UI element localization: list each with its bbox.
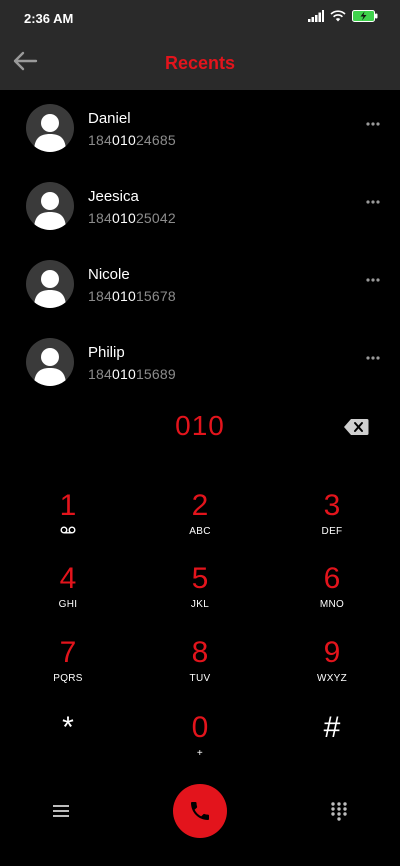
wifi-icon bbox=[330, 9, 346, 27]
key-digit: 2 bbox=[191, 489, 209, 522]
call-button[interactable] bbox=[173, 784, 227, 838]
contact-name: Jeesica bbox=[88, 188, 139, 205]
status-icons bbox=[308, 9, 378, 27]
menu-button[interactable] bbox=[50, 800, 72, 822]
contact-name: Philip bbox=[88, 344, 125, 361]
dialpad-icon bbox=[331, 802, 347, 821]
contact-row[interactable]: Daniel 18401024685 bbox=[0, 90, 400, 168]
contact-row[interactable]: Jeesica 18401025042 bbox=[0, 168, 400, 246]
contact-number: 18401015689 bbox=[88, 366, 176, 382]
backspace-button[interactable] bbox=[342, 416, 370, 438]
avatar bbox=[26, 104, 74, 152]
page-title: Recents bbox=[164, 52, 236, 73]
key-digit: 8 bbox=[191, 636, 209, 669]
dialpad-toggle-button[interactable] bbox=[328, 800, 350, 822]
contact-number: 18401015678 bbox=[88, 288, 176, 304]
key-4[interactable]: 4 GHI bbox=[2, 561, 134, 631]
contact-number: 18401024685 bbox=[88, 132, 176, 148]
key-8[interactable]: 8 TUV bbox=[134, 635, 266, 705]
avatar bbox=[26, 260, 74, 308]
person-icon bbox=[34, 192, 66, 230]
key-hash[interactable]: # bbox=[266, 710, 398, 780]
key-1[interactable]: 1 bbox=[2, 488, 134, 558]
key-digit: 5 bbox=[191, 562, 209, 595]
dial-input[interactable]: 010 bbox=[0, 410, 400, 442]
key-5[interactable]: 5 JKL bbox=[134, 561, 266, 631]
key-digit: 0 bbox=[191, 711, 209, 744]
key-3[interactable]: 3 DEF bbox=[266, 488, 398, 558]
key-letters: JKL bbox=[190, 599, 210, 610]
key-9[interactable]: 9 WXYZ bbox=[266, 635, 398, 705]
key-digit: 3 bbox=[323, 489, 341, 522]
menu-icon bbox=[53, 805, 69, 817]
key-letters: PQRS bbox=[53, 673, 83, 684]
more-options-button[interactable] bbox=[362, 350, 384, 366]
more-horizontal-icon bbox=[366, 122, 380, 126]
contact-row[interactable]: Nicole 18401015678 bbox=[0, 246, 400, 324]
key-2[interactable]: 2 ABC bbox=[134, 488, 266, 558]
key-letters: DEF bbox=[321, 526, 343, 537]
key-6[interactable]: 6 MNO bbox=[266, 561, 398, 631]
key-letters: ABC bbox=[189, 526, 211, 537]
key-digit: 1 bbox=[59, 489, 77, 522]
phone-icon bbox=[191, 802, 209, 820]
more-options-button[interactable] bbox=[362, 116, 384, 132]
key-letters: + bbox=[196, 748, 204, 759]
key-digit: 9 bbox=[323, 636, 341, 669]
person-icon bbox=[34, 270, 66, 308]
key-0[interactable]: 0 + bbox=[134, 710, 266, 780]
person-icon bbox=[34, 348, 66, 386]
key-digit: * bbox=[62, 711, 74, 744]
person-icon bbox=[34, 114, 66, 152]
key-letters: TUV bbox=[189, 673, 211, 684]
more-options-button[interactable] bbox=[362, 194, 384, 210]
status-time: 2:36 AM bbox=[24, 10, 74, 26]
avatar bbox=[26, 182, 74, 230]
back-arrow-icon bbox=[13, 51, 38, 71]
key-7[interactable]: 7 PQRS bbox=[2, 635, 134, 705]
voicemail-icon bbox=[60, 526, 76, 540]
contact-number: 18401025042 bbox=[88, 210, 176, 226]
avatar bbox=[26, 338, 74, 386]
key-digit: # bbox=[323, 711, 341, 744]
key-letters: WXYZ bbox=[316, 673, 348, 684]
contact-name: Daniel bbox=[88, 110, 131, 127]
key-digit: 6 bbox=[323, 562, 341, 595]
back-button[interactable] bbox=[10, 46, 40, 76]
signal-icon bbox=[308, 9, 324, 27]
more-options-button[interactable] bbox=[362, 272, 384, 288]
more-horizontal-icon bbox=[366, 356, 380, 360]
key-letters: GHI bbox=[58, 599, 78, 610]
contact-row[interactable]: Philip 18401015689 bbox=[0, 324, 400, 402]
more-horizontal-icon bbox=[366, 200, 380, 204]
battery-icon bbox=[352, 9, 378, 27]
key-star[interactable]: * bbox=[2, 710, 134, 780]
dial-input-row: 010 bbox=[0, 400, 400, 454]
key-letters: MNO bbox=[319, 599, 345, 610]
key-digit: 4 bbox=[59, 562, 77, 595]
status-bar: 2:36 AM bbox=[0, 0, 400, 36]
backspace-icon bbox=[344, 419, 369, 435]
contact-name: Nicole bbox=[88, 266, 130, 283]
key-digit: 7 bbox=[59, 636, 77, 669]
app-header: Recents bbox=[0, 36, 400, 90]
more-horizontal-icon bbox=[366, 278, 380, 282]
bottom-bar bbox=[0, 780, 400, 844]
